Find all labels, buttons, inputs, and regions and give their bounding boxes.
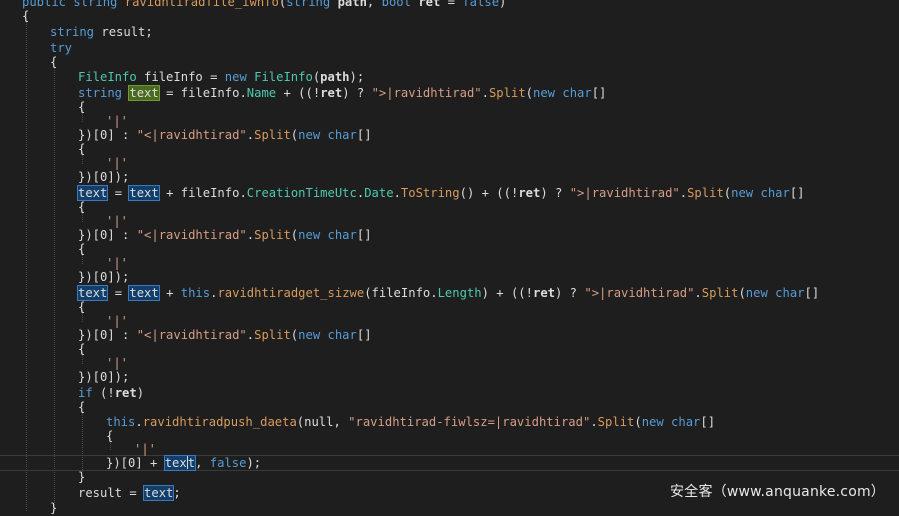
highlighted-identifier[interactable]: text [143, 485, 175, 501]
keyword: this [180, 286, 211, 300]
keyword: new [224, 70, 247, 84]
keyword: new [298, 228, 321, 242]
parameter: path [320, 70, 350, 84]
parameter: ret [518, 186, 541, 200]
keyword: char [327, 128, 357, 142]
parameter: ret [320, 86, 343, 100]
highlighted-identifier[interactable]: text [128, 185, 160, 201]
type-name: FileInfo [78, 70, 137, 84]
keyword: try [50, 41, 73, 55]
property-name: Name [246, 86, 277, 100]
selected-identifier[interactable]: text [128, 85, 160, 101]
keyword: char [760, 186, 790, 200]
string-literal: "ravidhtirad-fiwlsz=|ravidhtirad" [348, 415, 591, 429]
highlighted-identifier[interactable]: text [128, 285, 160, 301]
string-literal: "<|ravidhtirad" [136, 128, 247, 142]
method-name: Split [597, 415, 635, 429]
method-name: Split [701, 286, 739, 300]
keyword: new [745, 286, 768, 300]
keyword: char [775, 286, 805, 300]
type-name: FileInfo [254, 70, 313, 84]
string-literal: "<|ravidhtirad" [136, 328, 247, 342]
keyword: new [533, 86, 556, 100]
parameter: ret [532, 286, 555, 300]
code-line[interactable]: { [0, 8, 899, 24]
code-line[interactable]: { [0, 399, 899, 415]
property-name: Date [364, 186, 394, 200]
keyword: new [298, 128, 321, 142]
keyword: new [298, 328, 321, 342]
property-name: Length [437, 286, 482, 300]
method-name: Split [254, 128, 291, 142]
keyword: this [106, 415, 136, 429]
method-name: ravidhtiradpush_daeta [142, 415, 297, 429]
keyword: new [641, 415, 664, 429]
code-line[interactable]: { [0, 54, 899, 70]
watermark: 安全客（www.anquanke.com） [670, 484, 885, 500]
string-literal: ">|ravidhtirad" [371, 86, 482, 100]
code-line[interactable]: FileInfo fileInfo = new FileInfo(path); [0, 69, 899, 85]
highlighted-identifier[interactable]: text [76, 185, 109, 201]
code-line[interactable]: string result; [0, 24, 899, 40]
method-name: ToString [400, 186, 460, 200]
method-name: ravidhtiradget_sizwe [217, 286, 365, 300]
highlighted-identifier[interactable]: text [163, 455, 197, 471]
parameter: ret [114, 386, 137, 400]
keyword: string [78, 86, 123, 100]
method-name: Split [254, 328, 291, 342]
method-name: Split [687, 186, 724, 200]
keyword: if [78, 386, 93, 400]
code-line[interactable]: } [0, 500, 899, 516]
keyword: char [671, 415, 701, 429]
string-literal: ">|ravidhtirad" [569, 186, 680, 200]
string-literal: ">|ravidhtirad" [584, 286, 695, 300]
method-name: Split [488, 86, 526, 100]
keyword: new [731, 186, 754, 200]
method-name: Split [254, 228, 291, 242]
code-editor[interactable]: public string ravidhtiradfile_iwnfo(stri… [0, 0, 899, 515]
property-name: CreationTimeUtc [246, 186, 357, 200]
keyword: char [327, 228, 357, 242]
code-line[interactable]: })[0]); [0, 169, 899, 185]
string-literal: "<|ravidhtirad" [136, 228, 247, 242]
keyword: string [50, 25, 95, 39]
code-line[interactable]: })[0]); [0, 269, 899, 285]
keyword: char [327, 328, 357, 342]
keyword: false [209, 456, 247, 470]
highlighted-identifier[interactable]: text [76, 285, 109, 301]
code-line[interactable]: })[0]); [0, 369, 899, 385]
keyword: char [562, 86, 592, 100]
